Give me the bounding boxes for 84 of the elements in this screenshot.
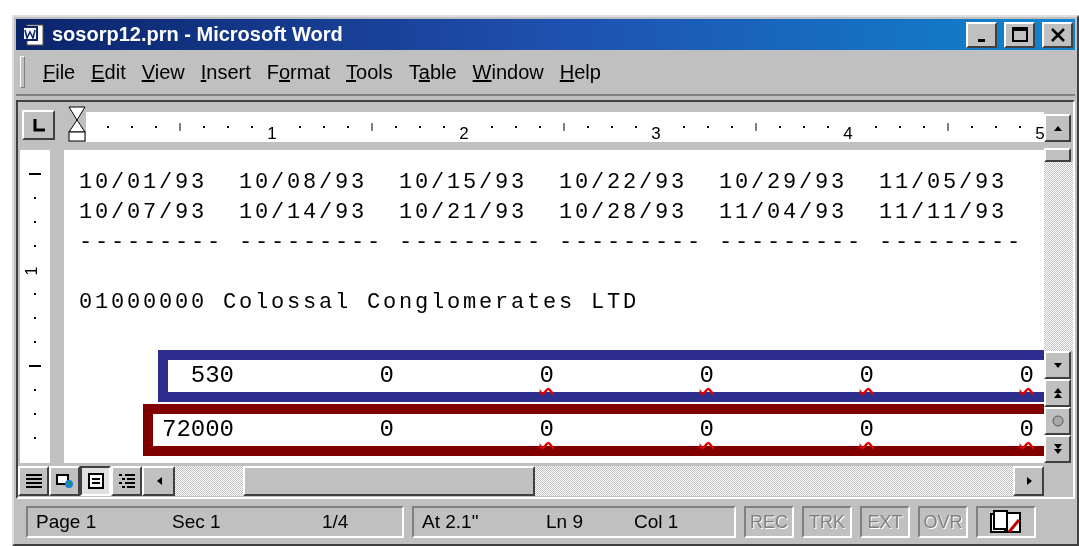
dash-separator: --------- [879,229,1025,257]
dash-separator: --------- [399,229,545,257]
date-text: 11/11/93 [879,199,1009,227]
date-text: 10/29/93 [719,169,849,197]
date-text: 10/07/93 [79,199,209,227]
menu-item[interactable]: Tools [338,60,401,84]
date-text: 10/28/93 [559,199,689,227]
value-text: 0 [538,415,554,445]
maximize-icon [1011,26,1028,43]
scroll-up-button[interactable] [1044,114,1071,142]
document-icon [22,22,46,47]
tab-stop-button[interactable] [22,110,55,140]
double-up-arrow-icon [1052,387,1063,399]
value-text: 0 [698,415,714,445]
menu-item[interactable]: Table [400,60,465,84]
scroll-down-button[interactable] [1044,351,1071,379]
view-button[interactable] [80,466,111,496]
left-tab-icon [31,118,46,132]
page-icon [87,473,104,489]
company-line: 01000000 Colossal Conglomerates LTD [78,289,641,317]
down-arrow-icon [1052,360,1063,370]
ruler-number: 4 [843,124,853,144]
status-text: At 2.1" [422,511,480,533]
toolbar-grip [20,56,25,88]
maximize-button[interactable] [1004,21,1035,48]
close-icon [1049,26,1066,43]
double-down-arrow-icon [1052,443,1063,455]
page-globe-icon [55,473,74,489]
horizontal-scrollbar[interactable] [18,463,1044,497]
indent-marker-icon[interactable] [68,106,86,142]
date-text: 11/05/93 [879,169,1009,197]
ruler-number: 1 [23,266,42,276]
date-text: 10/08/93 [239,169,369,197]
minimize-icon [978,39,985,42]
scroll-right-button[interactable] [1013,466,1044,496]
previous-page-button[interactable] [1044,379,1071,407]
menu-item[interactable]: Help [551,60,609,84]
dash-separator: --------- [719,229,865,257]
value-text: 0 [378,415,394,445]
status-text: Ln 9 [546,511,584,533]
status-text: Sec 1 [172,511,222,533]
ruler-number: 2 [459,124,469,144]
close-button[interactable] [1042,21,1073,48]
value-text: 0 [858,361,874,391]
minimize-button[interactable] [966,21,997,48]
ruler-number: 5 [1035,124,1045,144]
scroll-thumb[interactable] [1044,148,1071,162]
browse-object-button[interactable] [1044,407,1071,435]
menu-item[interactable]: Format [258,60,339,84]
menu-item[interactable]: Edit [83,60,134,84]
date-text: 10/14/93 [239,199,369,227]
window-title: sosorp12.prn - Microsoft Word [52,23,344,46]
date-text: 11/04/93 [719,199,849,227]
date-text: 10/22/93 [559,169,689,197]
ruler-number: 3 [651,124,661,144]
book-icon[interactable] [989,510,1023,534]
menu-item[interactable]: View [133,60,193,84]
scroll-left-button[interactable] [142,466,175,496]
menu-item[interactable]: Insert [192,60,259,84]
status-text: Page 1 [36,511,98,533]
value-text: 530 [189,361,234,391]
value-text: 0 [538,361,554,391]
date-text: 10/01/93 [79,169,209,197]
circle-icon [1051,415,1064,427]
value-text: 0 [698,361,714,391]
date-text: 10/15/93 [399,169,529,197]
ruler-number: 1 [267,124,277,144]
lines-icon [24,473,43,489]
value-text: 0 [378,361,394,391]
value-text: 72000 [161,415,234,445]
menu-item[interactable]: Window [464,60,552,84]
dash-separator: --------- [239,229,385,257]
status-text: Col 1 [634,511,680,533]
dash-separator: --------- [79,229,225,257]
menu-item[interactable]: File [35,60,84,84]
scroll-thumb[interactable] [243,466,535,496]
status-text: 1/4 [322,511,350,533]
value-text: 0 [1018,361,1034,391]
next-page-button[interactable] [1044,435,1071,463]
value-text: 0 [858,415,874,445]
date-text: 10/21/93 [399,199,529,227]
value-text: 0 [1018,415,1034,445]
dash-separator: --------- [559,229,705,257]
outline-icon [117,473,136,489]
